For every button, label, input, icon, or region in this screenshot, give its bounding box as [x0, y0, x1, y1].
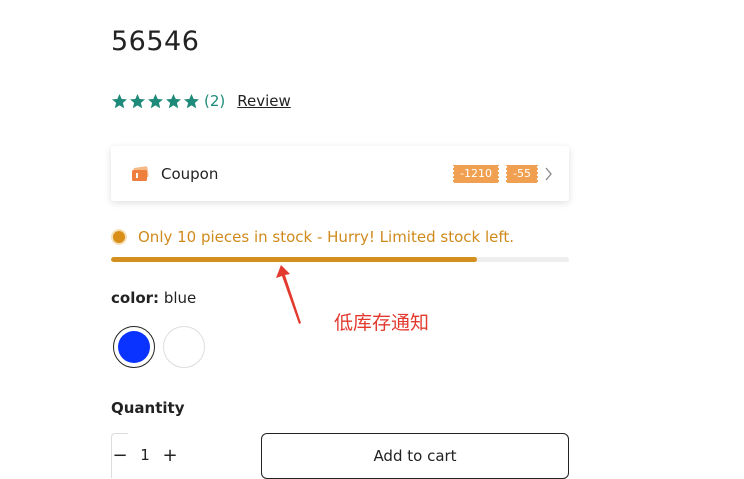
- star-rating: [111, 93, 200, 110]
- coupon-tag: -55: [506, 164, 538, 183]
- quantity-input[interactable]: 1: [132, 446, 158, 464]
- quantity-stepper: − 1 +: [111, 432, 195, 478]
- quantity-minus-button[interactable]: −: [111, 432, 128, 478]
- coupon-icon: [132, 165, 149, 181]
- add-to-cart-button[interactable]: Add to cart: [261, 433, 569, 479]
- star-icon: [166, 93, 181, 108]
- color-label-key: color:: [111, 289, 160, 307]
- stock-progress-bar: [111, 257, 569, 262]
- annotation-arrow-icon: [276, 265, 301, 324]
- coupon-label: Coupon: [161, 164, 219, 183]
- star-icon: [112, 93, 127, 108]
- annotation-text: 低库存通知: [334, 312, 430, 334]
- star-icon: [130, 93, 145, 108]
- swatch-blue[interactable]: [113, 326, 155, 368]
- quantity-label: Quantity: [111, 399, 185, 417]
- star-icon: [184, 93, 199, 108]
- product-title: 56546: [111, 26, 200, 57]
- coupon-tags: -1210 -55: [453, 164, 538, 183]
- color-label-value: blue: [163, 289, 197, 307]
- star-icon: [148, 93, 163, 108]
- stock-dot-icon: [113, 231, 125, 243]
- swatch-white[interactable]: [163, 326, 205, 368]
- quantity-plus-button[interactable]: +: [162, 445, 178, 466]
- stock-notice: Only 10 pieces in stock - Hurry! Limited…: [113, 228, 514, 246]
- rating-count: (2): [204, 92, 226, 110]
- coupon-tag: -1210: [453, 164, 500, 183]
- rating-row: (2) Review: [111, 92, 291, 110]
- color-label: color: blue: [111, 289, 196, 307]
- review-link[interactable]: Review: [237, 92, 291, 110]
- coupon-bar[interactable]: Coupon -1210 -55: [111, 146, 569, 201]
- chevron-right-icon: [545, 167, 552, 180]
- swatch-blue-fill: [118, 331, 150, 363]
- stock-message: Only 10 pieces in stock - Hurry! Limited…: [138, 228, 515, 246]
